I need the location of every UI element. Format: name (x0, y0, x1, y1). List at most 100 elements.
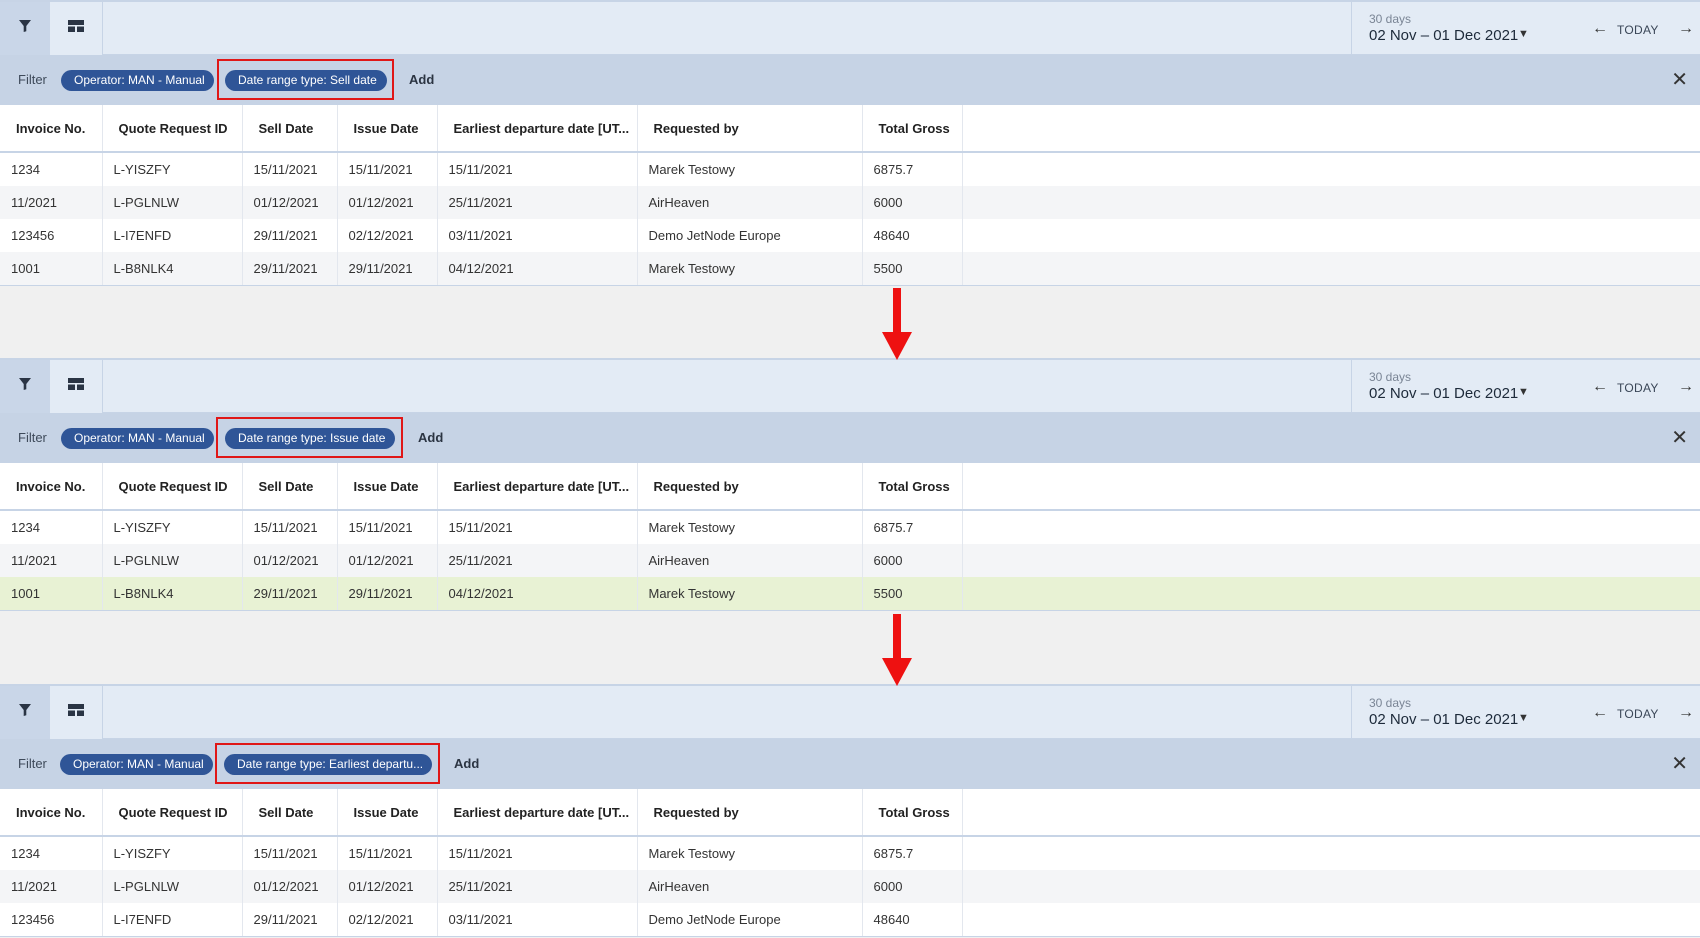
column-header[interactable]: Requested by (637, 789, 863, 837)
table-cell: 02/12/2021 (337, 903, 438, 936)
highlight-box (217, 59, 394, 100)
column-header[interactable]: Earliest departure date [UT... (437, 105, 638, 153)
table-row[interactable]: 1234 L-YISZFY 15/11/2021 15/11/2021 15/11/20… (0, 510, 1700, 544)
table-cell: 6875.7 (862, 510, 963, 544)
previous-period-arrow-icon[interactable]: ← (1592, 704, 1608, 722)
table-cell: 25/11/2021 (437, 544, 638, 577)
next-period-arrow-icon[interactable]: → (1678, 704, 1694, 722)
caret-down-icon[interactable]: ▼ (1518, 712, 1529, 724)
table-cell: 25/11/2021 (437, 186, 638, 219)
operator-filter-chip[interactable]: Operator: MAN - Manual (61, 70, 214, 91)
table-cell: 15/11/2021 (242, 836, 338, 870)
column-header[interactable]: Total Gross (862, 463, 963, 511)
table-row[interactable]: 1001 L-B8NLK4 29/11/2021 29/11/2021 04/12/20… (0, 252, 1700, 285)
table-cell: 29/11/2021 (242, 903, 338, 936)
filter-bar: Filter Operator: MAN - Manual Date range t… (0, 55, 1700, 105)
column-header[interactable]: Sell Date (242, 789, 338, 837)
table-cell: 11/2021 (0, 544, 103, 577)
table-row[interactable]: 1234 L-YISZFY 15/11/2021 15/11/2021 15/11/20… (0, 152, 1700, 186)
table-cell-spacer (962, 870, 1700, 903)
column-header[interactable]: Earliest departure date [UT... (437, 789, 638, 837)
table-cell: Demo JetNode Europe (637, 219, 863, 252)
today-button[interactable]: TODAY (1617, 707, 1659, 721)
table-cell: 1234 (0, 510, 103, 544)
range-dates-label: 02 Nov – 01 Dec 2021 (1369, 385, 1519, 402)
column-header[interactable]: Quote Request ID (102, 789, 243, 837)
table-header-row: Invoice No. Quote Request ID Sell Date Issu… (0, 789, 1700, 837)
filter-icon (18, 19, 32, 38)
table-cell: L-B8NLK4 (102, 577, 243, 610)
column-header[interactable]: Earliest departure date [UT... (437, 463, 638, 511)
date-range-selector[interactable]: 30 days 02 Nov – 01 Dec 2021 ▼ ← TODAY → (1351, 686, 1700, 739)
table-cell: 01/12/2021 (242, 870, 338, 903)
table-cell: 03/11/2021 (437, 903, 638, 936)
table-cell: Demo JetNode Europe (637, 903, 863, 936)
add-filter-button[interactable]: Add (409, 72, 434, 87)
close-icon[interactable]: ✕ (1671, 67, 1688, 92)
report-panel-1: 30 days 02 Nov – 01 Dec 2021 ▼ ← TODAY → Filte… (0, 0, 1700, 286)
filter-toggle-button[interactable] (0, 686, 50, 739)
table-row[interactable]: 11/2021 L-PGLNLW 01/12/2021 01/12/2021 25/11… (0, 544, 1700, 577)
table-row[interactable]: 123456 L-I7ENFD 29/11/2021 02/12/2021 03/11/… (0, 219, 1700, 252)
range-dates-label: 02 Nov – 01 Dec 2021 (1369, 711, 1519, 728)
filter-icon (18, 377, 32, 396)
column-header[interactable]: Quote Request ID (102, 105, 243, 153)
previous-period-arrow-icon[interactable]: ← (1592, 20, 1608, 38)
layout-toggle-button[interactable] (50, 2, 103, 55)
table-row[interactable]: 11/2021 L-PGLNLW 01/12/2021 01/12/2021 25/11… (0, 186, 1700, 219)
table-cell-spacer (962, 186, 1700, 219)
table-row[interactable]: 11/2021 L-PGLNLW 01/12/2021 01/12/2021 25/11… (0, 870, 1700, 903)
layout-toggle-button[interactable] (50, 686, 103, 739)
column-header[interactable]: Issue Date (337, 463, 438, 511)
range-length-label: 30 days (1369, 370, 1412, 384)
table-cell: L-PGLNLW (102, 870, 243, 903)
column-header[interactable]: Invoice No. (0, 463, 103, 511)
column-header[interactable]: Sell Date (242, 463, 338, 511)
operator-filter-chip[interactable]: Operator: MAN - Manual (60, 754, 213, 775)
table-row[interactable]: 1001 L-B8NLK4 29/11/2021 29/11/2021 04/12/20… (0, 577, 1700, 610)
filter-bar: Filter Operator: MAN - Manual Date range t… (0, 413, 1700, 463)
date-range-selector[interactable]: 30 days 02 Nov – 01 Dec 2021 ▼ ← TODAY → (1351, 2, 1700, 55)
next-period-arrow-icon[interactable]: → (1678, 20, 1694, 38)
filter-toggle-button[interactable] (0, 2, 50, 55)
column-header[interactable]: Invoice No. (0, 789, 103, 837)
close-icon[interactable]: ✕ (1671, 425, 1688, 450)
add-filter-button[interactable]: Add (418, 430, 443, 445)
table-cell: Marek Testowy (637, 152, 863, 186)
caret-down-icon[interactable]: ▼ (1518, 28, 1529, 40)
table-cell: AirHeaven (637, 186, 863, 219)
table-row[interactable]: 123456 L-I7ENFD 29/11/2021 02/12/2021 03/11/… (0, 903, 1700, 936)
table-cell: 5500 (862, 252, 963, 285)
operator-filter-chip[interactable]: Operator: MAN - Manual (61, 428, 214, 449)
close-icon[interactable]: ✕ (1671, 751, 1688, 776)
table-cell: 6000 (862, 544, 963, 577)
column-header[interactable]: Issue Date (337, 105, 438, 153)
column-header[interactable]: Requested by (637, 463, 863, 511)
table-cell: L-PGLNLW (102, 544, 243, 577)
column-header[interactable]: Total Gross (862, 105, 963, 153)
column-header[interactable]: Sell Date (242, 105, 338, 153)
date-range-selector[interactable]: 30 days 02 Nov – 01 Dec 2021 ▼ ← TODAY → (1351, 360, 1700, 413)
table-header-row: Invoice No. Quote Request ID Sell Date Issu… (0, 105, 1700, 153)
table-cell: 15/11/2021 (242, 152, 338, 186)
table-row[interactable]: 1234 L-YISZFY 15/11/2021 15/11/2021 15/11/20… (0, 836, 1700, 870)
layout-icon (67, 703, 85, 722)
previous-period-arrow-icon[interactable]: ← (1592, 378, 1608, 396)
today-button[interactable]: TODAY (1617, 381, 1659, 395)
filter-label: Filter (18, 430, 47, 445)
column-header[interactable]: Invoice No. (0, 105, 103, 153)
caret-down-icon[interactable]: ▼ (1518, 386, 1529, 398)
column-header[interactable]: Total Gross (862, 789, 963, 837)
column-header[interactable]: Quote Request ID (102, 463, 243, 511)
column-header-spacer (962, 789, 1700, 837)
layout-toggle-button[interactable] (50, 360, 103, 413)
today-button[interactable]: TODAY (1617, 23, 1659, 37)
next-period-arrow-icon[interactable]: → (1678, 378, 1694, 396)
filter-toggle-button[interactable] (0, 360, 50, 413)
add-filter-button[interactable]: Add (454, 756, 479, 771)
column-header[interactable]: Requested by (637, 105, 863, 153)
table-cell: 5500 (862, 577, 963, 610)
table-cell: L-I7ENFD (102, 903, 243, 936)
table-cell: 15/11/2021 (337, 836, 438, 870)
column-header[interactable]: Issue Date (337, 789, 438, 837)
